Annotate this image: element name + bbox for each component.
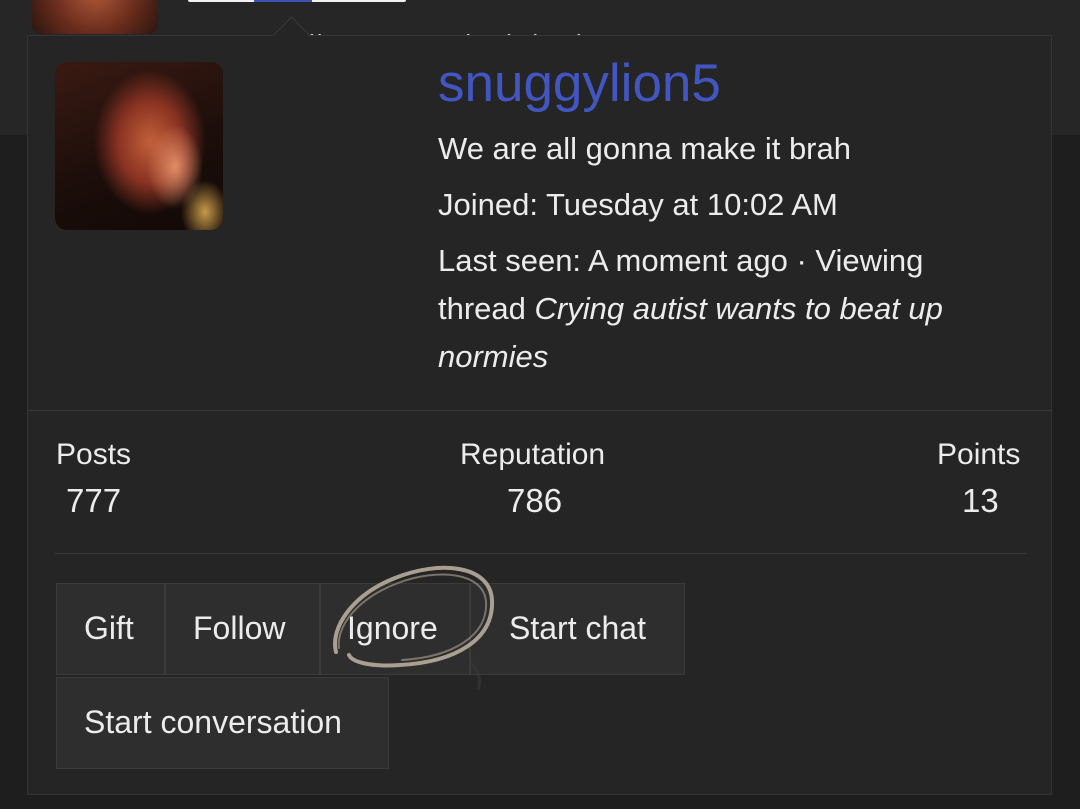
member-status: We are all gonna make it brah [438,131,851,166]
background-avatar[interactable] [32,0,158,34]
member-avatar[interactable] [55,62,223,230]
ignore-button[interactable]: Ignore [320,583,470,675]
background-username-link[interactable] [188,0,406,2]
member-username-link[interactable]: snuggylion5 [438,54,721,114]
stat-points-value[interactable]: 13 [962,482,999,520]
stat-reputation-value[interactable]: 786 [507,482,562,520]
member-last-seen: Last seen: A moment ago · Viewing thread… [438,237,1018,381]
stat-points-label: Points [937,438,1021,471]
member-tooltip-card: snuggylion5 We are all gonna make it bra… [27,35,1052,795]
follow-button[interactable]: Follow [165,583,320,675]
stat-posts-value[interactable]: 777 [66,482,121,520]
start-conversation-button[interactable]: Start conversation [56,677,389,769]
stat-reputation-label: Reputation [460,438,606,471]
start-chat-button[interactable]: Start chat [470,583,685,675]
stat-posts-label: Posts [56,438,132,471]
member-header: snuggylion5 We are all gonna make it bra… [28,36,1051,411]
gift-button[interactable]: Gift [56,583,165,675]
member-joined: Joined: Tuesday at 10:02 AM [438,187,838,222]
stats-divider [55,553,1027,554]
